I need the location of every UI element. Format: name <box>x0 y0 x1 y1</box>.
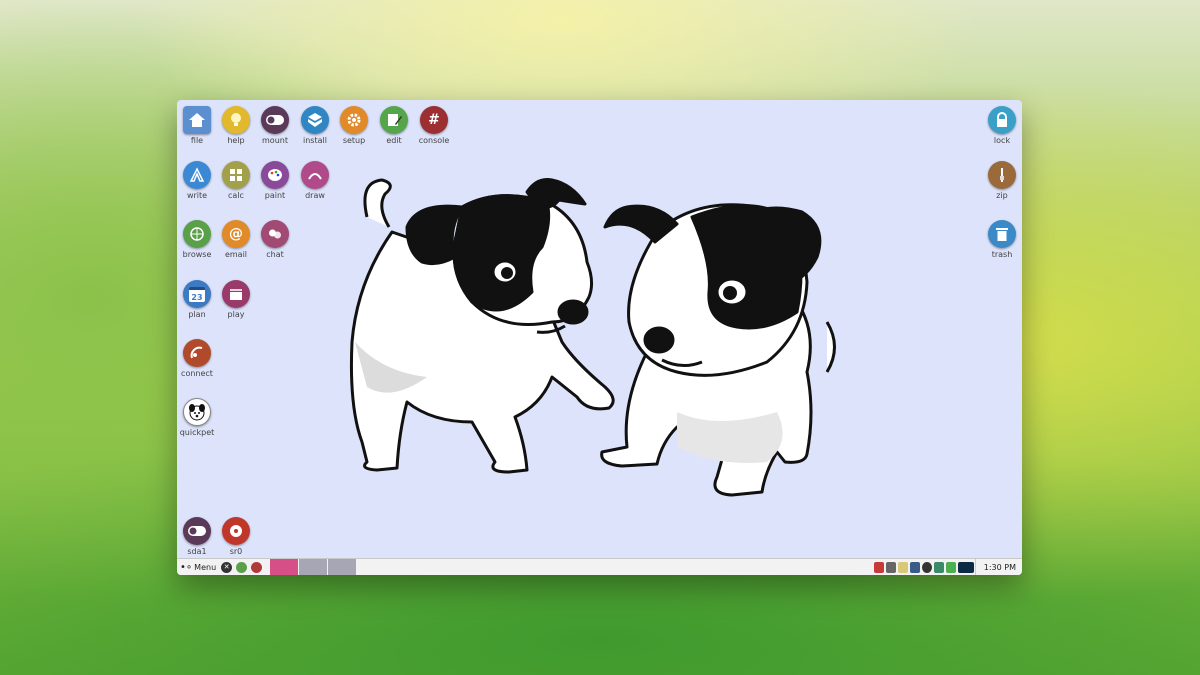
gear-icon <box>340 106 368 134</box>
drive-toggle-icon <box>261 106 289 134</box>
shield-icon[interactable] <box>873 561 884 573</box>
wallpaper-puppies <box>349 178 836 497</box>
right-puppy <box>600 203 836 497</box>
left-puppy <box>349 178 615 474</box>
menu-button[interactable]: •∘ Menu <box>177 559 219 576</box>
workspace-2[interactable] <box>299 559 328 575</box>
console-label: console <box>418 136 450 145</box>
calendar-icon: 23 <box>183 280 211 308</box>
quickpet-desktop-icon[interactable]: quickpet <box>177 398 223 437</box>
chat-desktop-icon[interactable]: chat <box>249 220 301 259</box>
padlock-icon <box>988 106 1016 134</box>
lightbulb-icon <box>222 106 250 134</box>
menu-label: Menu <box>194 562 217 572</box>
sr0-label: sr0 <box>229 547 243 556</box>
puppy-menu-icon: •∘ <box>180 561 193 573</box>
x-close-icon[interactable]: ✕ <box>221 561 233 573</box>
notepad-pencil-icon <box>380 106 408 134</box>
word-processor-icon <box>183 161 211 189</box>
chat-label: chat <box>266 250 284 259</box>
connect-desktop-icon[interactable]: connect <box>177 339 223 378</box>
trash-can-icon <box>988 220 1016 248</box>
spreadsheet-icon <box>222 161 250 189</box>
trash-label: trash <box>991 250 1013 259</box>
quickpet-label: quickpet <box>179 428 215 437</box>
chat-bubbles-icon <box>261 220 289 248</box>
battery-icon[interactable] <box>945 561 956 573</box>
sr0-drive-icon[interactable]: sr0 <box>210 517 262 556</box>
desktop: file help mount install setup edit # con… <box>177 100 1022 575</box>
browser-launch-icon[interactable] <box>236 561 248 573</box>
at-sign-icon: @ <box>222 220 250 248</box>
zip-desktop-icon[interactable]: zip <box>976 161 1022 200</box>
zip-label: zip <box>996 191 1008 200</box>
trash-desktop-icon[interactable]: trash <box>976 220 1022 259</box>
puppy-face-icon <box>183 398 211 426</box>
play-desktop-icon[interactable]: play <box>210 280 262 319</box>
vector-draw-icon <box>301 161 329 189</box>
cpu-graph-icon <box>957 561 974 573</box>
palette-icon <box>261 161 289 189</box>
terminal-launch-icon[interactable] <box>251 561 263 573</box>
play-label: play <box>227 310 245 319</box>
terminal-hash-icon: # <box>420 106 448 134</box>
satellite-dish-icon <box>183 339 211 367</box>
optical-disc-icon <box>222 517 250 545</box>
package-box-icon <box>301 106 329 134</box>
network-status-icon[interactable] <box>921 561 932 573</box>
globe-icon <box>183 220 211 248</box>
draw-label: draw <box>305 191 325 200</box>
drive-toggle-icon <box>183 517 211 545</box>
clapperboard-icon <box>222 280 250 308</box>
lock-label: lock <box>993 136 1011 145</box>
taskbar: •∘ Menu ✕ 1:30 PM <box>177 558 1022 575</box>
workspace-1[interactable] <box>270 559 299 575</box>
connect-label: connect <box>181 369 213 378</box>
home-folder-icon <box>183 106 211 134</box>
draw-desktop-icon[interactable]: draw <box>289 161 341 200</box>
system-tray: 1:30 PM <box>873 558 1022 575</box>
clock[interactable]: 1:30 PM <box>974 558 1022 575</box>
archive-zip-icon <box>988 161 1016 189</box>
volume-icon[interactable] <box>885 561 896 573</box>
lock-desktop-icon[interactable]: lock <box>976 106 1022 145</box>
clipboard-icon[interactable] <box>897 561 908 573</box>
network-monitor-icon[interactable] <box>909 561 920 573</box>
workspace-3[interactable] <box>328 559 357 575</box>
console-desktop-icon[interactable]: # console <box>408 106 460 145</box>
power-icon[interactable] <box>933 561 944 573</box>
